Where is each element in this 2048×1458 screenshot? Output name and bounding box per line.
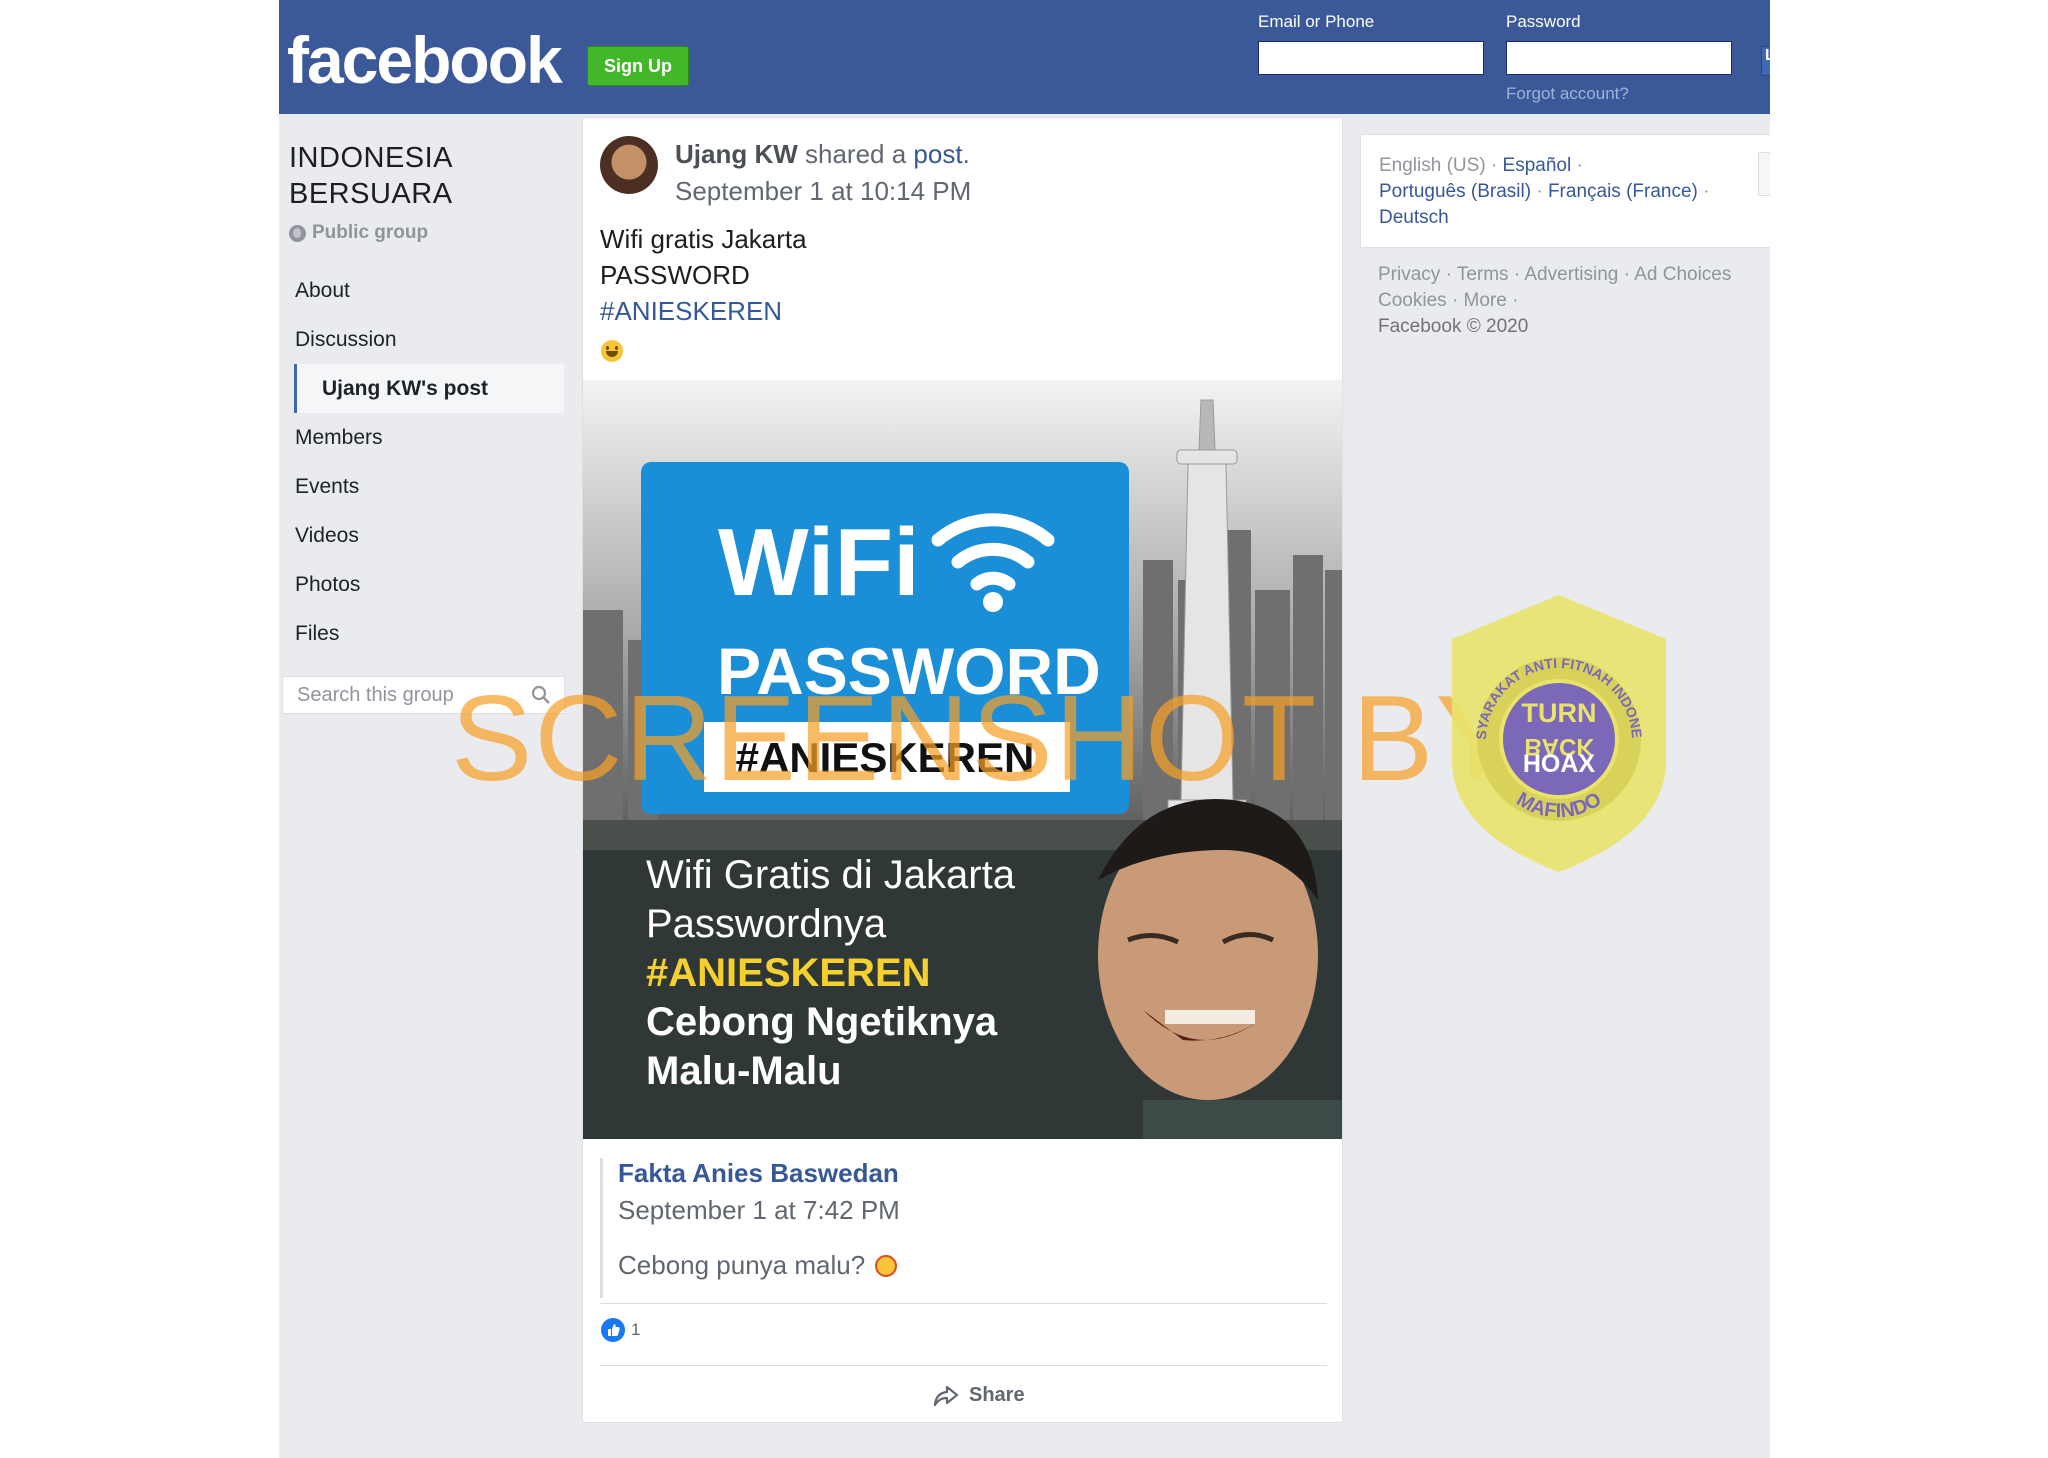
footer-links-1[interactable]: Privacy · Terms · Advertising · Ad Choic… (1378, 262, 1768, 288)
post-header: Ujang KW shared a post. September 1 at 1… (675, 136, 971, 210)
divider (600, 1365, 1327, 1366)
image-caption-2: Passwordnya (646, 902, 887, 946)
image-caption-5: Malu-Malu (646, 1049, 842, 1093)
group-privacy-label: Public group (312, 222, 429, 243)
badge-hoax: HOAX (1523, 750, 1596, 778)
divider (600, 1303, 1327, 1304)
lang-francais[interactable]: Français (France) (1548, 181, 1698, 202)
email-field[interactable] (1258, 41, 1484, 75)
share-label: Share (969, 1384, 1025, 1406)
like-summary[interactable]: 1 (601, 1318, 640, 1342)
shared-text: Cebong punya malu? (618, 1250, 866, 1280)
post-link[interactable]: post (913, 139, 962, 169)
nav-item-files[interactable]: Files (282, 609, 564, 658)
facebook-page: facebook Sign Up Email or Phone Password… (279, 0, 1770, 1458)
like-icon (601, 1318, 625, 1342)
nav-item-discussion[interactable]: Discussion (282, 315, 564, 364)
post-text: Wifi gratis Jakarta PASSWORD #ANIESKEREN (600, 221, 807, 329)
language-list: English (US) · Español · Português (Bras… (1379, 155, 1710, 228)
nav-item-members[interactable]: Members (282, 413, 564, 462)
post-date[interactable]: September 1 at 10:14 PM (675, 173, 971, 210)
smile-emoji-icon (601, 340, 623, 362)
copyright: Facebook © 2020 (1378, 316, 1529, 337)
image-wifi-text: WiFi (718, 509, 920, 616)
globe-icon (289, 224, 306, 242)
image-caption-4: Cebong Ngetiknya (646, 1000, 998, 1044)
lang-current: English (US) (1379, 155, 1486, 176)
lang-deutsch[interactable]: Deutsch (1379, 207, 1449, 228)
more-languages-button[interactable] (1758, 152, 1770, 196)
author-avatar[interactable] (600, 136, 658, 194)
turnbackhoax-badge-icon: TURN BACK HOAX MASYARAKAT ANTI FITNAH IN… (1446, 591, 1666, 872)
lang-portugues[interactable]: Português (Brasil) (1379, 181, 1531, 202)
badge-turn: TURN (1522, 698, 1597, 728)
group-privacy: Public group (289, 222, 428, 244)
group-nav: About Discussion Ujang KW's post Members… (282, 266, 564, 658)
shared-text-row: Cebong punya malu? (618, 1250, 898, 1281)
share-icon (933, 1385, 959, 1406)
post-period: . (962, 139, 970, 169)
nav-item-videos[interactable]: Videos (282, 511, 564, 560)
top-bar: facebook Sign Up Email or Phone Password… (279, 0, 1770, 114)
email-label: Email or Phone (1258, 12, 1375, 31)
nav-item-post[interactable]: Ujang KW's post (294, 364, 564, 413)
login-button[interactable]: L (1761, 46, 1770, 76)
post-text-line-2: PASSWORD (600, 260, 750, 290)
author-name[interactable]: Ujang KW (675, 139, 798, 169)
image-caption-1: Wifi Gratis di Jakarta (646, 853, 1016, 897)
image-caption-3: #ANIESKEREN (646, 951, 931, 995)
password-label: Password (1506, 12, 1581, 31)
forgot-account-link[interactable]: Forgot account? (1506, 84, 1629, 104)
post-action: shared a (797, 139, 914, 169)
post-text-line-1: Wifi gratis Jakarta (600, 224, 807, 254)
lang-espanol[interactable]: Español (1503, 155, 1572, 176)
nav-item-about[interactable]: About (282, 266, 564, 315)
nav-item-events[interactable]: Events (282, 462, 564, 511)
nav-item-photos[interactable]: Photos (282, 560, 564, 609)
post-header-line: Ujang KW shared a post. (675, 136, 971, 173)
screenshot-watermark: SCREENSHOT BY (451, 670, 1519, 806)
group-name[interactable]: INDONESIA BERSUARA (289, 140, 453, 212)
post-hashtag[interactable]: #ANIESKEREN (600, 293, 807, 329)
footer-links-2[interactable]: Cookies · More · (1378, 288, 1768, 314)
like-count: 1 (631, 1320, 641, 1339)
shared-date[interactable]: September 1 at 7:42 PM (618, 1195, 900, 1226)
footer-links: Privacy · Terms · Advertising · Ad Choic… (1378, 262, 1768, 340)
language-box: English (US) · Español · Português (Bras… (1360, 134, 1770, 248)
facebook-logo[interactable]: facebook (287, 22, 563, 98)
password-field[interactable] (1506, 41, 1732, 75)
shared-page-name[interactable]: Fakta Anies Baswedan (618, 1158, 899, 1189)
rofl-emoji-icon (875, 1254, 898, 1277)
shared-post: Fakta Anies Baswedan September 1 at 7:42… (600, 1158, 1323, 1298)
signup-button[interactable]: Sign Up (587, 46, 689, 86)
share-button[interactable]: Share (933, 1384, 1025, 1407)
